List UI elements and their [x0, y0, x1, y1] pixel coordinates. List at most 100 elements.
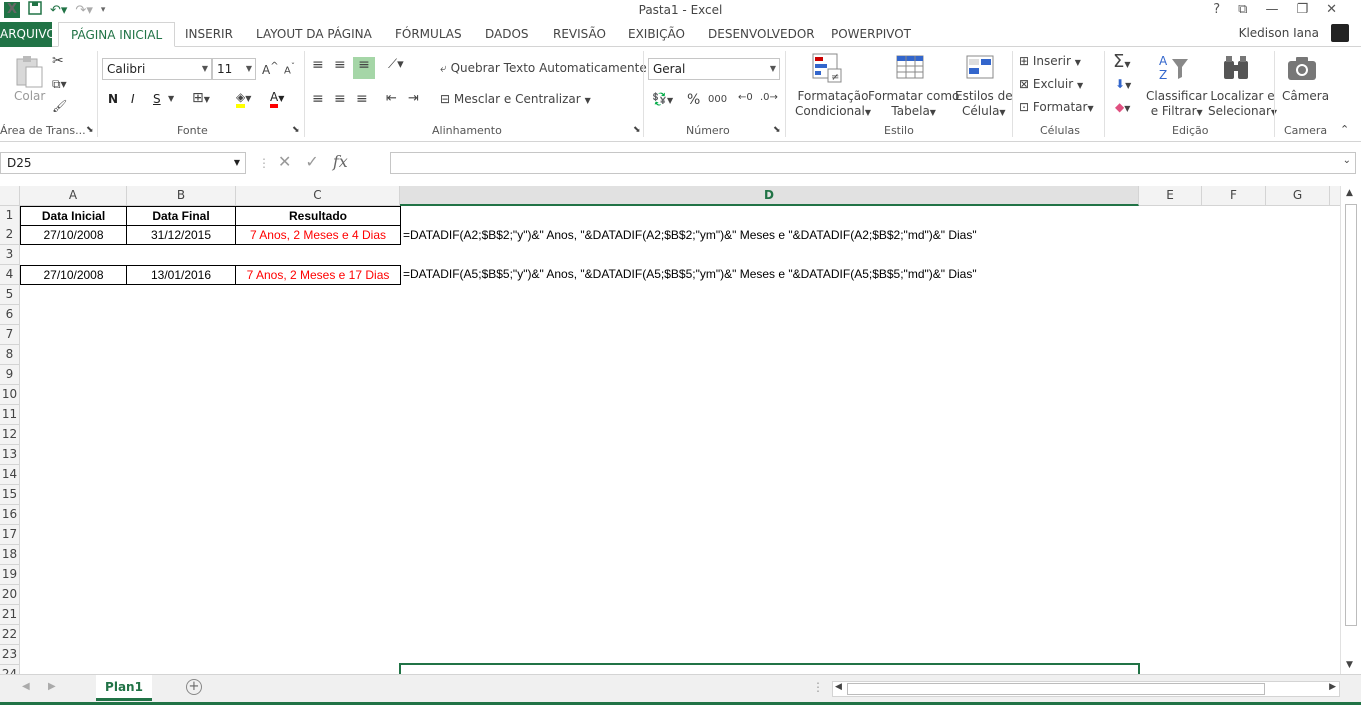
orientation-icon[interactable]: ⟋▾ [388, 57, 404, 72]
copy-icon[interactable]: ⧉▾ [52, 77, 67, 92]
sheet-tab-plan1[interactable]: Plan1 [96, 675, 152, 701]
scroll-left-icon[interactable]: ◀ [835, 682, 842, 692]
thousands-button[interactable]: 000 [708, 94, 727, 105]
fill-icon[interactable]: ⬇▼ [1115, 77, 1131, 91]
cell-styles-icon[interactable] [966, 53, 996, 83]
user-name[interactable]: Kledison Iana [1239, 26, 1319, 40]
camera-icon[interactable] [1287, 55, 1317, 85]
tab-home[interactable]: PÁGINA INICIAL [58, 22, 176, 47]
row-header-1[interactable]: 1 [0, 206, 20, 226]
tab-split-handle-icon[interactable]: ⋮ [812, 680, 824, 694]
row-header-17[interactable]: 17 [0, 525, 20, 545]
decrease-decimal-icon[interactable]: .0→ [760, 92, 778, 103]
increase-font-icon[interactable]: A^ [262, 61, 279, 77]
align-center-icon[interactable]: ≡ [334, 91, 346, 107]
confirm-entry-icon[interactable]: ✓ [305, 152, 318, 171]
cell-d2[interactable]: =DATADIF(A2;$B$2;"y")&" Anos, "&DATADIF(… [403, 226, 977, 246]
currency-icon[interactable]: 💱▼ [652, 92, 673, 106]
borders-icon[interactable]: ⊞▼ [192, 90, 210, 106]
cell-d5[interactable]: =DATADIF(A5;$B$5;"y")&" Anos, "&DATADIF(… [403, 265, 977, 285]
decrease-indent-icon[interactable]: ⇤ [386, 91, 397, 106]
row-header-4[interactable]: 4 [0, 265, 20, 285]
select-all-corner[interactable] [0, 186, 20, 206]
percent-button[interactable]: % [687, 92, 700, 108]
help-icon[interactable]: ? [1213, 2, 1220, 17]
name-box[interactable]: D25 ▼ [0, 152, 246, 174]
avatar[interactable] [1331, 24, 1349, 42]
scroll-right-icon[interactable]: ▶ [1329, 682, 1336, 692]
column-header-d[interactable]: D [400, 186, 1139, 206]
font-color-icon[interactable]: A▼ [270, 90, 284, 108]
increase-indent-icon[interactable]: ⇥ [408, 91, 419, 106]
column-header-e[interactable]: E [1139, 186, 1202, 206]
align-left-icon[interactable]: ≡ [312, 91, 324, 107]
row-header-21[interactable]: 21 [0, 605, 20, 625]
row-header-12[interactable]: 12 [0, 425, 20, 445]
tab-review[interactable]: REVISÃO [553, 22, 606, 47]
horizontal-scrollbar[interactable]: ◀ ▶ [832, 681, 1340, 697]
cut-icon[interactable]: ✂ [52, 53, 64, 69]
next-sheet-icon[interactable]: ▶ [48, 681, 56, 692]
vertical-scroll-thumb[interactable] [1345, 204, 1357, 626]
minimize-icon[interactable]: — [1265, 2, 1278, 17]
row-header-18[interactable]: 18 [0, 545, 20, 565]
number-format-select[interactable]: Geral ▼ [648, 58, 780, 80]
cell-b2[interactable]: 31/12/2015 [126, 225, 236, 245]
cell-a1[interactable]: Data Inicial [20, 206, 127, 226]
horizontal-scroll-thumb[interactable] [847, 683, 1265, 695]
decrease-font-icon[interactable]: Aˇ [284, 61, 295, 76]
row-header-2[interactable]: 2 [0, 225, 20, 245]
row-header-8[interactable]: 8 [0, 345, 20, 365]
formula-input[interactable]: ⌄ [390, 152, 1356, 174]
cell-styles-button[interactable]: Estilos de Célula▼ [955, 89, 1013, 120]
tab-formulas[interactable]: FÓRMULAS [395, 22, 462, 47]
row-header-11[interactable]: 11 [0, 405, 20, 425]
column-header-f[interactable]: F [1202, 186, 1266, 206]
active-cell-d25[interactable] [399, 663, 1140, 674]
wrap-text-button[interactable]: ⤶ Quebrar Texto Automaticamente [440, 61, 647, 76]
row-header-15[interactable]: 15 [0, 485, 20, 505]
row-header-7[interactable]: 7 [0, 325, 20, 345]
row-header-6[interactable]: 6 [0, 305, 20, 325]
row-header-13[interactable]: 13 [0, 445, 20, 465]
tab-insert[interactable]: INSERIR [185, 22, 233, 47]
row-header-5[interactable]: 5 [0, 285, 20, 305]
vertical-scrollbar[interactable]: ▲ ▼ [1340, 186, 1361, 674]
clipboard-launcher-icon[interactable]: ⬊ [86, 125, 94, 135]
insert-function-icon[interactable]: fx [333, 152, 348, 171]
row-header-9[interactable]: 9 [0, 365, 20, 385]
bold-button[interactable]: N [108, 92, 118, 106]
column-header-h[interactable] [1330, 186, 1340, 206]
row-header-3[interactable]: 3 [0, 245, 20, 265]
tab-file[interactable]: ARQUIVO [0, 22, 56, 47]
font-size-select[interactable]: 11 ▼ [212, 58, 256, 80]
clear-icon[interactable]: ◆▼ [1115, 100, 1130, 114]
tab-powerpivot[interactable]: POWERPIVOT [831, 22, 911, 47]
cell-b5[interactable]: 13/01/2016 [126, 265, 236, 285]
row-header-16[interactable]: 16 [0, 505, 20, 525]
cell-a2[interactable]: 27/10/2008 [20, 225, 127, 245]
tab-view[interactable]: EXIBIÇÃO [628, 22, 685, 47]
italic-button[interactable]: I [131, 92, 135, 106]
row-header-24[interactable]: 24 [0, 665, 20, 674]
alignment-launcher-icon[interactable]: ⬊ [633, 125, 641, 135]
expand-formula-bar-icon[interactable]: ⌄ [1343, 155, 1351, 166]
cell-c5[interactable]: 7 Anos, 2 Meses e 17 Dias [235, 265, 401, 285]
scroll-up-icon[interactable]: ▲ [1346, 188, 1353, 198]
tab-page-layout[interactable]: LAYOUT DA PÁGINA [256, 22, 372, 47]
insert-cells-button[interactable]: ⊞ Inserir ▼ [1019, 54, 1081, 68]
close-icon[interactable]: ✕ [1326, 2, 1337, 17]
restore-icon[interactable]: ❐ [1296, 2, 1308, 17]
conditional-formatting-button[interactable]: Formatação Condicional▼ [795, 89, 871, 120]
delete-cells-button[interactable]: ⊠ Excluir ▼ [1019, 77, 1083, 91]
paste-button[interactable]: Colar [14, 89, 45, 103]
increase-decimal-icon[interactable]: ←0 [738, 92, 753, 103]
tab-developer[interactable]: DESENVOLVEDOR [708, 22, 815, 47]
conditional-formatting-icon[interactable]: ≠ [812, 53, 842, 83]
column-header-b[interactable]: B [127, 186, 236, 206]
number-launcher-icon[interactable]: ⬊ [773, 125, 781, 135]
format-as-table-button[interactable]: Formatar como Tabela▼ [868, 89, 959, 120]
cell-a5[interactable]: 27/10/2008 [20, 265, 127, 285]
format-painter-icon[interactable]: 🖌 [52, 99, 67, 113]
align-top-icon[interactable]: ≡ [312, 57, 324, 73]
